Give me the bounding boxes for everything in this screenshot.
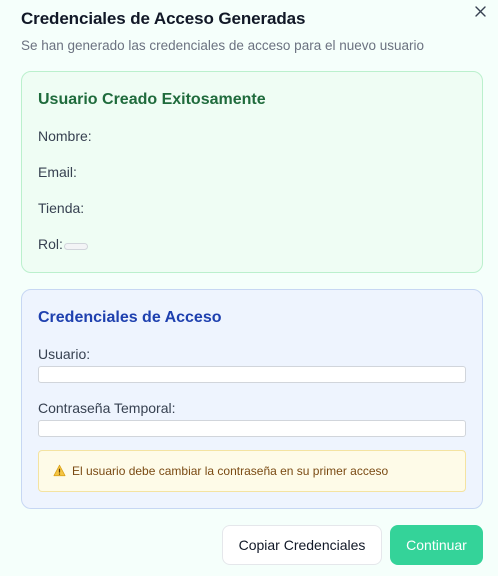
password-label: Contraseña Temporal: [38, 400, 176, 416]
credentials-dialog: Credenciales de Acceso Generadas Se han … [0, 0, 498, 576]
warning-text: El usuario debe cambiar la contraseña en… [72, 464, 389, 478]
role-row: Rol: [38, 236, 88, 252]
user-created-card: Usuario Creado Exitosamente Nombre: Emai… [21, 71, 483, 273]
copy-credentials-button[interactable]: Copiar Credenciales [222, 525, 382, 565]
email-label: Email: [38, 164, 77, 180]
warning-icon [53, 464, 67, 478]
role-badge [63, 242, 88, 250]
close-button[interactable] [470, 3, 490, 23]
user-card-title: Usuario Creado Exitosamente [38, 91, 266, 108]
continue-button[interactable]: Continuar [390, 525, 483, 565]
store-row: Tienda: [38, 200, 84, 216]
access-credentials-card: Credenciales de Acceso Usuario: Contrase… [21, 289, 483, 509]
dialog-subtitle: Se han generado las credenciales de acce… [21, 38, 425, 53]
role-label: Rol: [38, 236, 63, 252]
dialog-title: Credenciales de Acceso Generadas [21, 9, 306, 28]
temporary-password-field[interactable] [38, 420, 466, 437]
close-icon [474, 4, 486, 22]
username-label: Usuario: [38, 346, 91, 362]
email-row: Email: [38, 164, 77, 180]
name-label: Nombre: [38, 128, 92, 144]
name-row: Nombre: [38, 128, 92, 144]
password-change-warning: El usuario debe cambiar la contraseña en… [38, 450, 466, 492]
store-label: Tienda: [38, 200, 85, 216]
credentials-card-title: Credenciales de Acceso [38, 309, 222, 326]
username-field[interactable] [38, 366, 466, 383]
